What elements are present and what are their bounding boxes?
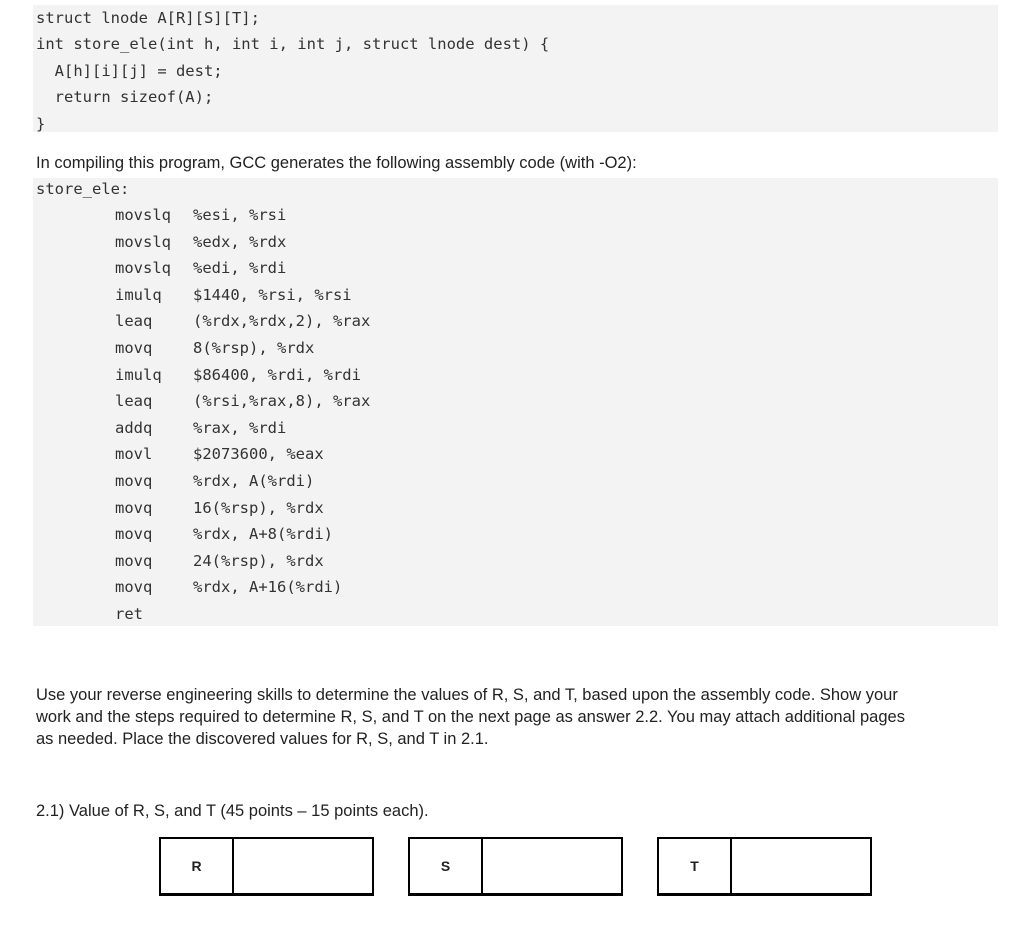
asm-opcode: movq — [115, 339, 153, 357]
intro-text: In compiling this program, GCC generates… — [36, 154, 637, 172]
asm-opcode: movq — [115, 498, 153, 517]
asm-opcode: movq — [115, 472, 153, 490]
instructions-line: as needed. Place the discovered values f… — [36, 730, 489, 748]
answer-box-s: S — [408, 837, 623, 896]
asm-operands: $86400, %rdi, %rdi — [193, 365, 361, 384]
asm-operands: %edi, %rdi — [193, 259, 287, 278]
instructions-line: work and the steps required to determine… — [36, 708, 905, 726]
asm-operands: %rax, %rdi — [193, 418, 287, 437]
code-line: A[h][i][j] = dest; — [36, 62, 223, 80]
asm-opcode: imulq — [115, 285, 162, 304]
asm-operands: 24(%rsp), %rdx — [193, 551, 324, 570]
asm-opcode: addq — [115, 418, 153, 437]
asm-code-block: store_ele: movslq %esi, %rsi movslq %edx, %… — [33, 178, 998, 626]
code-line: } — [36, 115, 46, 133]
asm-opcode: movslq — [115, 259, 171, 278]
asm-opcode: ret — [115, 605, 143, 623]
answer-field-r[interactable] — [234, 839, 372, 893]
asm-opcode: movq — [115, 525, 153, 544]
asm-opcode: imulq — [115, 365, 162, 384]
answer-field-s[interactable] — [483, 839, 621, 893]
asm-opcode: movq — [115, 578, 153, 597]
code-line: struct lnode A[R][S][T]; — [36, 9, 260, 27]
answer-box-t: T — [657, 837, 872, 896]
asm-operands: (%rdx,%rdx,2), %rax — [193, 312, 371, 331]
asm-operands: 8(%rsp), %rdx — [193, 339, 315, 357]
code-line: int store_ele(int h, int i, int j, struc… — [36, 35, 550, 53]
asm-operands: %esi, %rsi — [193, 206, 287, 224]
asm-operands: %rdx, A+8(%rdi) — [193, 525, 333, 544]
answer-label: S — [410, 839, 483, 893]
asm-opcode: movslq — [115, 206, 171, 224]
asm-operands: %rdx, A+16(%rdi) — [193, 578, 343, 597]
asm-opcode: movq — [115, 551, 153, 570]
asm-operands: 16(%rsp), %rdx — [193, 498, 324, 517]
asm-opcode: movl — [115, 445, 153, 464]
instructions-line: Use your reverse engineering skills to d… — [36, 686, 898, 704]
asm-operands: (%rsi,%rax,8), %rax — [193, 392, 371, 411]
asm-opcode: leaq — [115, 312, 153, 331]
question-label: 2.1) Value of R, S, and T (45 points – 1… — [36, 802, 429, 820]
answer-field-t[interactable] — [732, 839, 870, 893]
asm-operands: $2073600, %eax — [193, 445, 324, 464]
asm-opcode: movslq — [115, 232, 171, 251]
asm-label: store_ele: — [36, 180, 130, 198]
code-line: return sizeof(A); — [36, 88, 214, 106]
answer-label: R — [161, 839, 234, 893]
asm-opcode: leaq — [115, 392, 153, 411]
c-code-block: struct lnode A[R][S][T]; int store_ele(i… — [33, 5, 998, 133]
answer-label: T — [659, 839, 732, 893]
asm-operands: $1440, %rsi, %rsi — [193, 285, 352, 304]
answer-box-r: R — [159, 837, 374, 896]
asm-operands: %edx, %rdx — [193, 232, 287, 251]
asm-operands: %rdx, A(%rdi) — [193, 472, 315, 490]
